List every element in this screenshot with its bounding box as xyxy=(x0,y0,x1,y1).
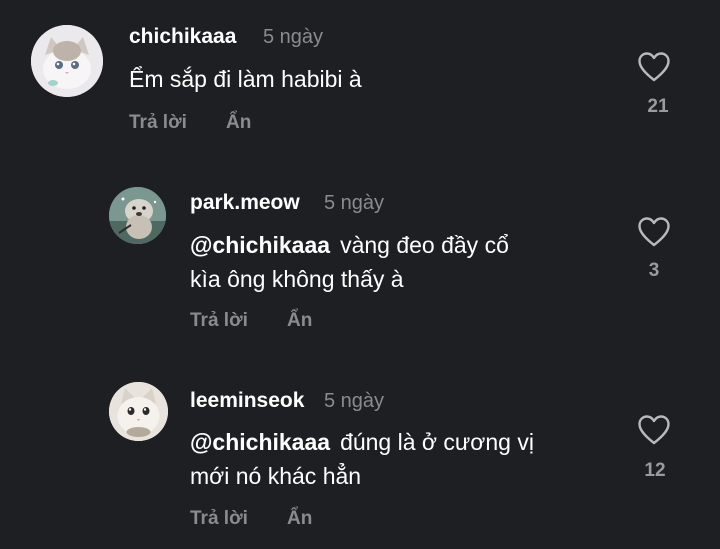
heart-outline-icon xyxy=(638,415,670,445)
mention-link[interactable]: @chichikaaa xyxy=(190,429,330,455)
comment-text-line-2: mới nó khác hẳn xyxy=(190,463,362,489)
like-button[interactable] xyxy=(637,414,671,446)
comment-text-line-1: @chichikaaa đúng là ở cương vị xyxy=(190,425,534,460)
comment-time: 5 ngày xyxy=(324,390,385,412)
reply-button[interactable]: Trả lời xyxy=(190,508,248,530)
comment-text: đúng là ở cương vị xyxy=(340,429,534,455)
hide-button[interactable]: Ẩn xyxy=(287,508,312,530)
cat-avatar-image xyxy=(109,382,168,441)
comment-username[interactable]: leeminseok xyxy=(190,389,304,413)
like-count: 12 xyxy=(644,460,666,481)
reply-item: leeminseok 5 ngày @chichikaaa đúng là ở c… xyxy=(0,0,720,549)
avatar[interactable] xyxy=(109,382,168,441)
